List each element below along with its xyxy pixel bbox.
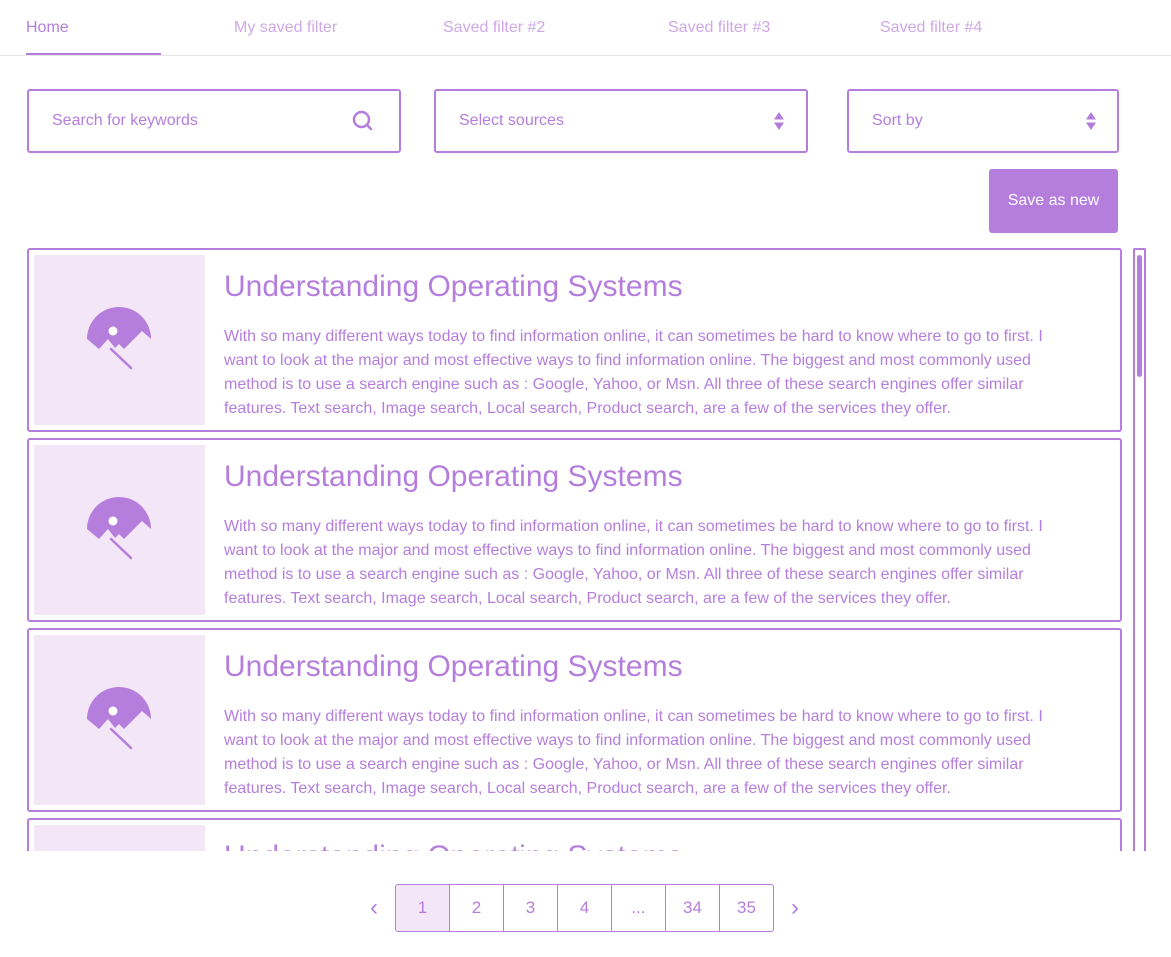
article-excerpt: With so many different ways today to fin… — [224, 328, 1043, 417]
article-excerpt: With so many different ways today to fin… — [224, 518, 1043, 607]
article-thumbnail — [34, 635, 205, 805]
article-card[interactable]: Understanding Operating Systems With so … — [27, 628, 1122, 812]
article-title[interactable]: Understanding Operating Systems — [224, 460, 683, 494]
page-1-button[interactable]: 1 — [395, 884, 450, 932]
sort-by-label: Sort by — [872, 112, 923, 129]
tab-home[interactable]: Home — [26, 19, 69, 37]
page-34-button[interactable]: 34 — [665, 884, 720, 932]
page-35-button[interactable]: 35 — [719, 884, 774, 932]
prev-page-button[interactable]: ‹ — [370, 894, 378, 922]
tab-my-saved-filter[interactable]: My saved filter — [234, 19, 337, 37]
image-placeholder-icon — [87, 307, 151, 370]
article-card[interactable]: Understanding Operating Systems With so … — [27, 248, 1122, 432]
article-list: Understanding Operating Systems With so … — [27, 248, 1123, 851]
article-title[interactable]: Understanding Operating Systems — [224, 840, 683, 851]
article-title[interactable]: Understanding Operating Systems — [224, 270, 683, 304]
list-scrollbar[interactable] — [1133, 248, 1146, 851]
search-icon[interactable] — [352, 110, 374, 137]
sort-by-select[interactable]: Sort by — [847, 89, 1119, 153]
page-ellipsis: ... — [611, 884, 666, 932]
article-card[interactable]: Understanding Operating Systems With so … — [27, 438, 1122, 622]
article-thumbnail — [34, 255, 205, 425]
save-as-new-button[interactable]: Save as new — [989, 169, 1118, 233]
tab-saved-filter-4[interactable]: Saved filter #4 — [880, 19, 982, 37]
sources-select[interactable]: Select sources — [434, 89, 808, 153]
tab-saved-filter-2[interactable]: Saved filter #2 — [443, 19, 545, 37]
image-placeholder-icon — [87, 687, 151, 750]
article-card[interactable]: Understanding Operating Systems — [27, 818, 1122, 851]
next-page-button[interactable]: › — [791, 894, 799, 922]
article-excerpt: With so many different ways today to fin… — [224, 708, 1043, 797]
active-tab-indicator — [26, 53, 161, 55]
article-thumbnail — [34, 445, 205, 615]
tab-bar: Home My saved filter Saved filter #2 Sav… — [0, 0, 1171, 56]
sort-arrows-icon — [1085, 111, 1097, 136]
sort-arrows-icon — [773, 111, 785, 136]
page-2-button[interactable]: 2 — [449, 884, 504, 932]
pagination: 1 2 3 4 ... 34 35 — [395, 884, 774, 932]
page-4-button[interactable]: 4 — [557, 884, 612, 932]
tab-saved-filter-3[interactable]: Saved filter #3 — [668, 19, 770, 37]
article-title[interactable]: Understanding Operating Systems — [224, 650, 683, 684]
search-placeholder: Search for keywords — [52, 112, 198, 129]
page-3-button[interactable]: 3 — [503, 884, 558, 932]
search-input[interactable]: Search for keywords — [27, 89, 401, 153]
article-thumbnail — [34, 825, 205, 851]
image-placeholder-icon — [87, 497, 151, 560]
scrollbar-thumb[interactable] — [1137, 255, 1142, 377]
sources-select-label: Select sources — [459, 112, 564, 129]
